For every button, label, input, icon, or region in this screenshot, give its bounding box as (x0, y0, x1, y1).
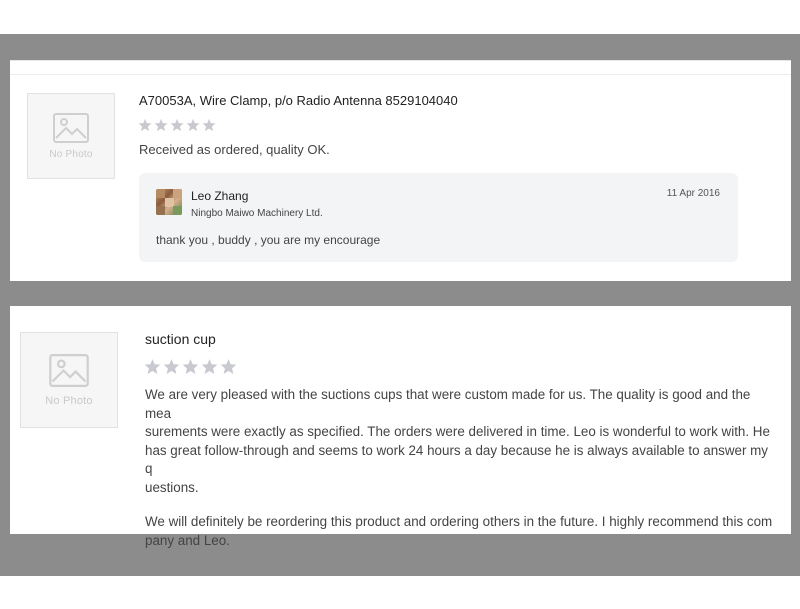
product-title[interactable]: A70053A, Wire Clamp, p/o Radio Antenna 8… (139, 93, 458, 108)
review-card: No Photo A70053A, Wire Clamp, p/o Radio … (10, 60, 791, 281)
review-card: No Photo suction cup We are very pleased… (10, 306, 791, 548)
product-title[interactable]: suction cup (145, 331, 216, 347)
divider (10, 74, 791, 75)
review-comment: Received as ordered, quality OK. (139, 142, 330, 157)
seller-reply: Leo Zhang Ningbo Maiwo Machinery Ltd. 11… (139, 173, 738, 262)
avatar (156, 189, 182, 215)
review-paragraph: We will definitely be reordering this pr… (145, 514, 773, 548)
star-icon (170, 118, 184, 132)
star-rating (144, 358, 237, 375)
reply-text: thank you , buddy , you are my encourage (156, 233, 381, 247)
product-photo-placeholder: No Photo (20, 332, 118, 428)
no-photo-label: No Photo (49, 148, 93, 160)
star-icon (186, 118, 200, 132)
image-icon (53, 112, 89, 143)
no-photo-label: No Photo (45, 394, 93, 407)
image-icon (49, 353, 89, 387)
review-paragraph: We are very pleased with the suctions cu… (145, 387, 770, 495)
star-icon (154, 118, 168, 132)
product-photo-placeholder: No Photo (27, 93, 115, 179)
reply-company-name: Ningbo Maiwo Machinery Ltd. (191, 208, 323, 219)
star-rating (138, 118, 216, 132)
reply-author-name: Leo Zhang (191, 189, 249, 203)
review-body: We are very pleased with the suctions cu… (145, 386, 777, 550)
star-icon (163, 359, 180, 374)
star-icon (144, 359, 161, 374)
star-icon (202, 118, 216, 132)
star-icon (220, 359, 237, 374)
star-icon (201, 359, 218, 374)
star-icon (138, 118, 152, 132)
reply-date: 11 Apr 2016 (666, 188, 720, 199)
star-icon (182, 359, 199, 374)
